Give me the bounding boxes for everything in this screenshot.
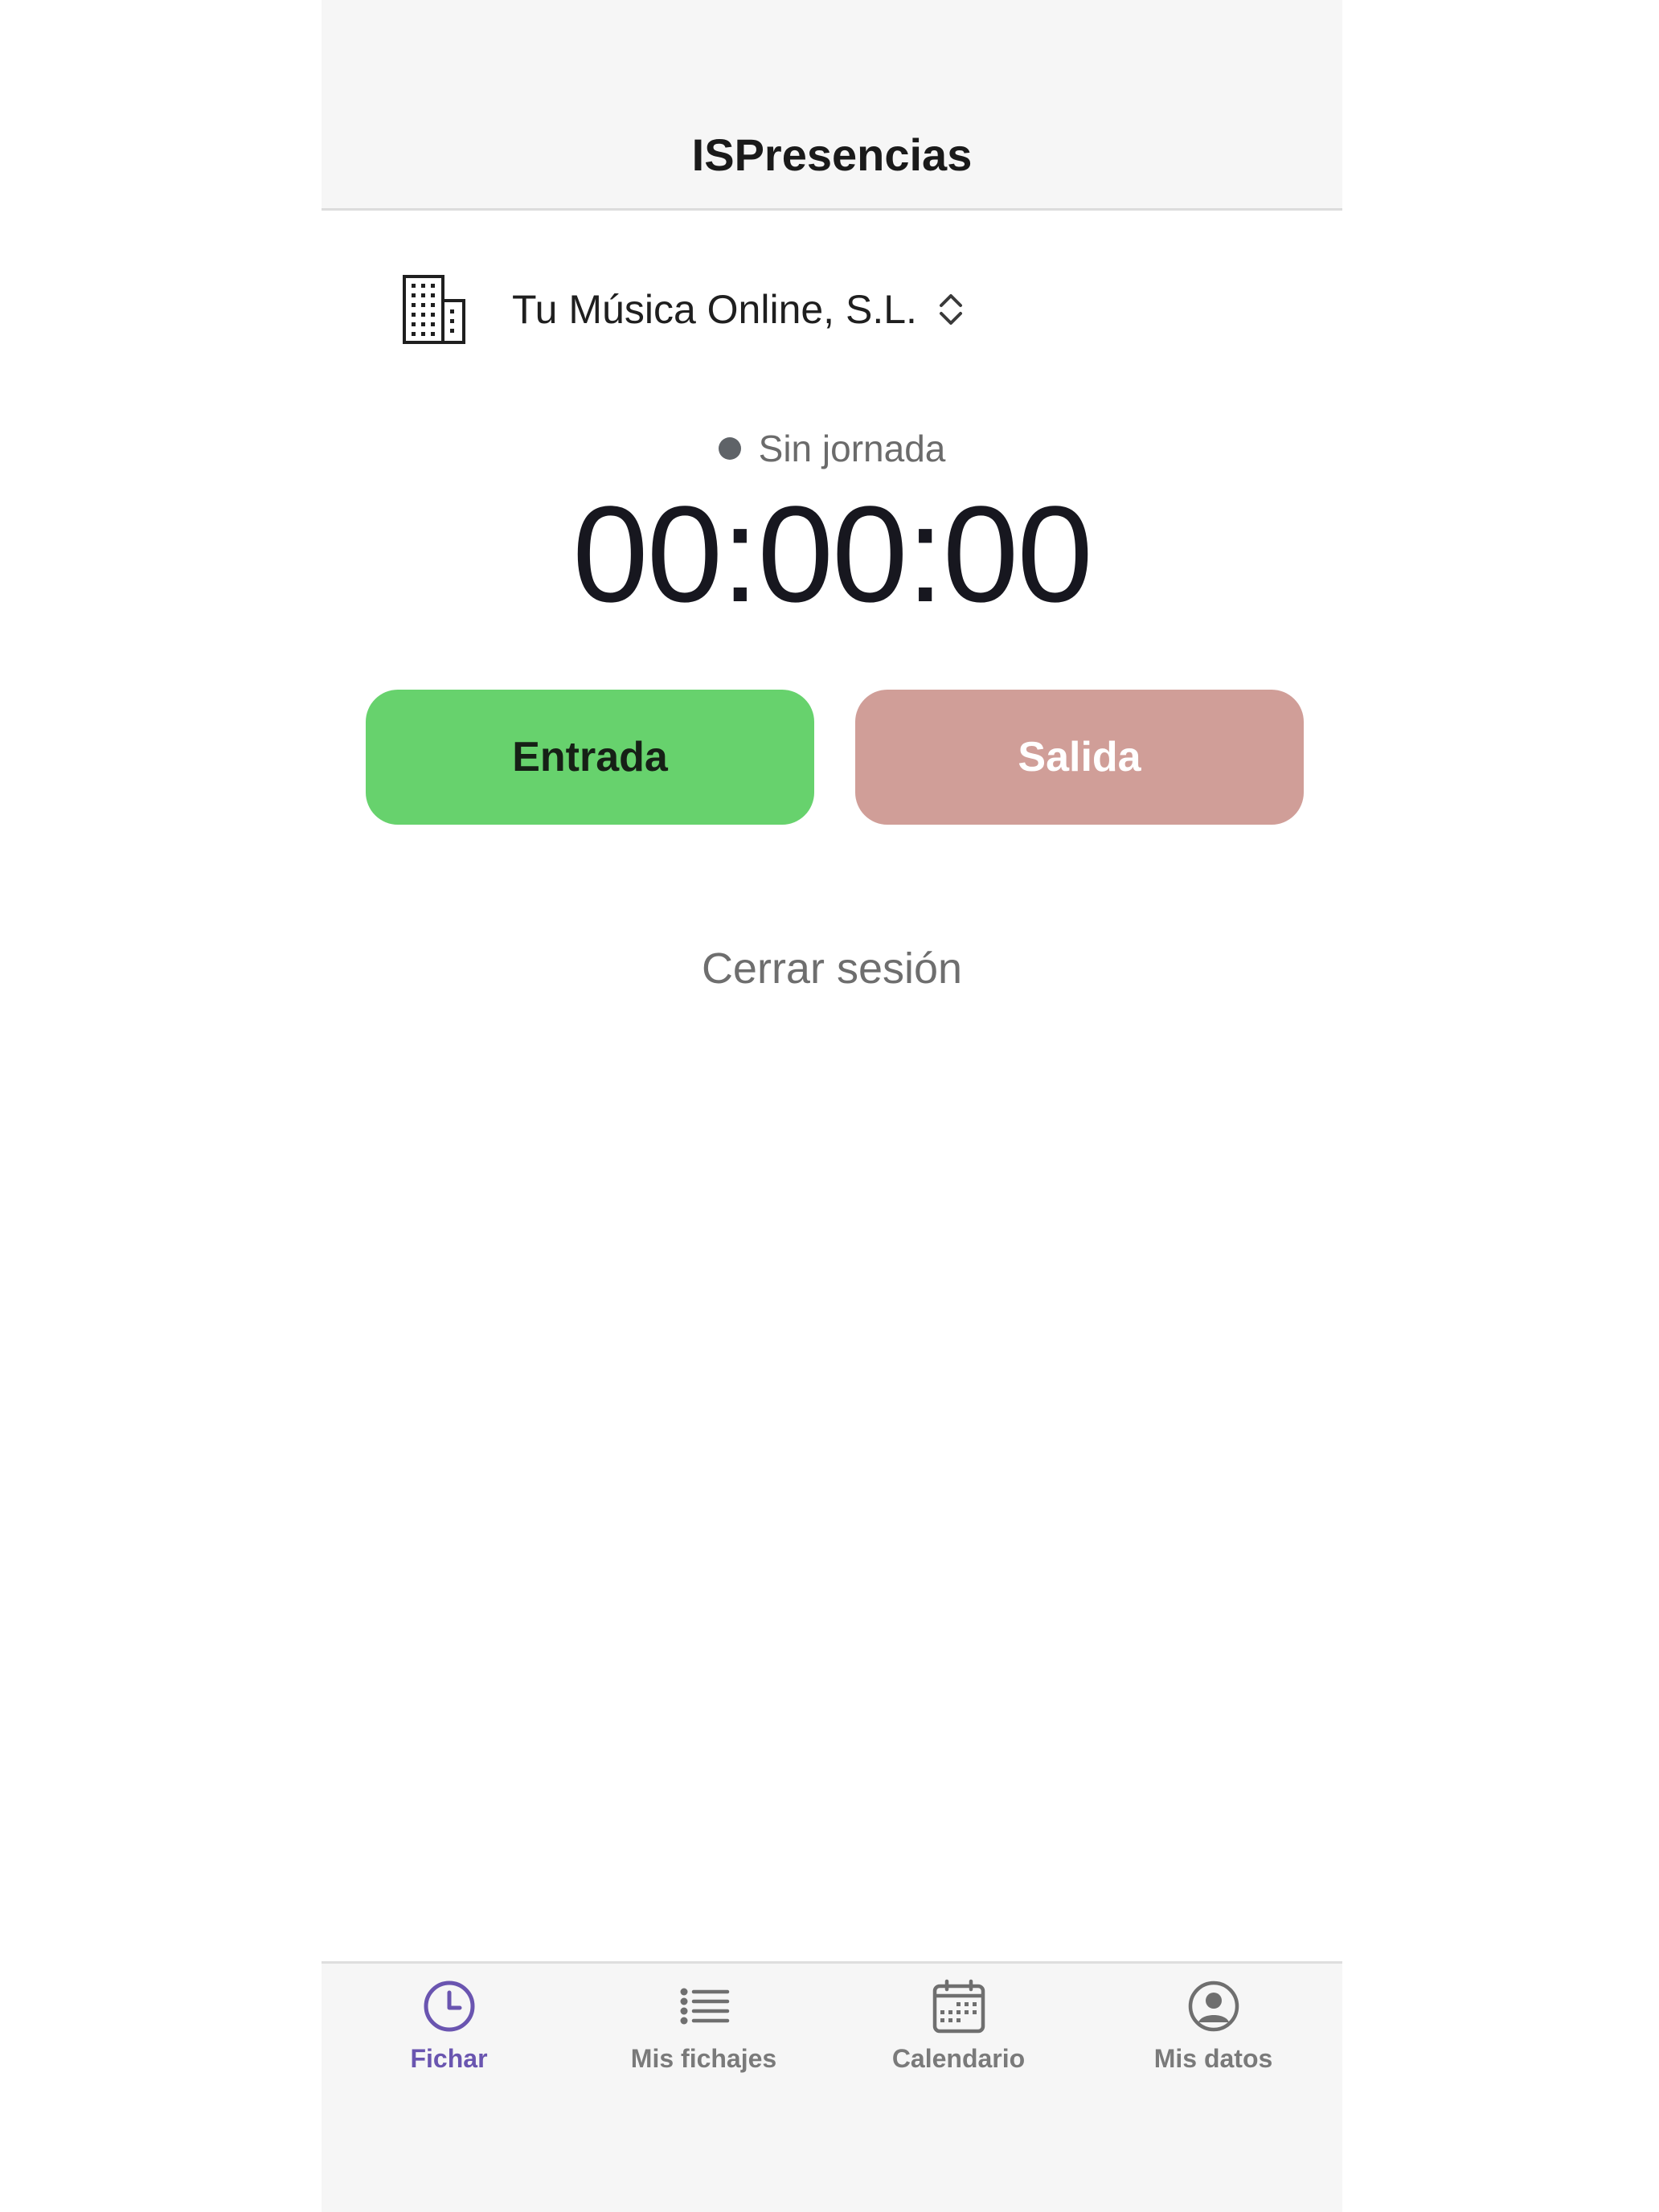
company-selector[interactable]: Tu Música Online, S.L. [402,269,967,350]
tab-calendario[interactable]: Calendario [831,1978,1086,2115]
tab-label: Fichar [410,2044,488,2073]
status-label: Sin jornada [758,428,946,469]
clock-icon [424,1981,474,2032]
elapsed-timer: 00:00:00 [572,478,1093,631]
page-title: ISPresencias [691,129,973,180]
salida-button[interactable]: Salida [855,690,1304,825]
tab-mis-datos[interactable]: Mis datos [1086,1978,1341,2115]
workday-status: Sin jornada [322,426,1342,471]
chevron-up-down-icon [939,294,962,325]
tab-label: Mis datos [1153,2044,1273,2073]
bottom-tab-bar: Fichar Mis fichajes Calendario Mis datos [322,1961,1342,2212]
entrada-button[interactable]: Entrada [366,690,814,825]
tab-mis-fichajes[interactable]: Mis fichajes [576,1978,831,2115]
company-name: Tu Música Online, S.L. [512,287,917,332]
building-icon [403,275,465,344]
tab-label: Calendario [891,2044,1026,2073]
status-dot-icon [718,437,741,460]
app-screen: ISPresencias Tu Música Online, S.L. Sin … [322,0,1342,2212]
tab-label: Mis fichajes [630,2044,777,2073]
list-icon [680,1988,729,2025]
logout-link[interactable]: Cerrar sesión [322,940,1342,997]
app-header: ISPresencias [322,0,1342,211]
tab-fichar[interactable]: Fichar [322,1978,576,2115]
user-circle-icon [1188,1981,1239,2032]
calendar-icon [932,1979,985,2034]
